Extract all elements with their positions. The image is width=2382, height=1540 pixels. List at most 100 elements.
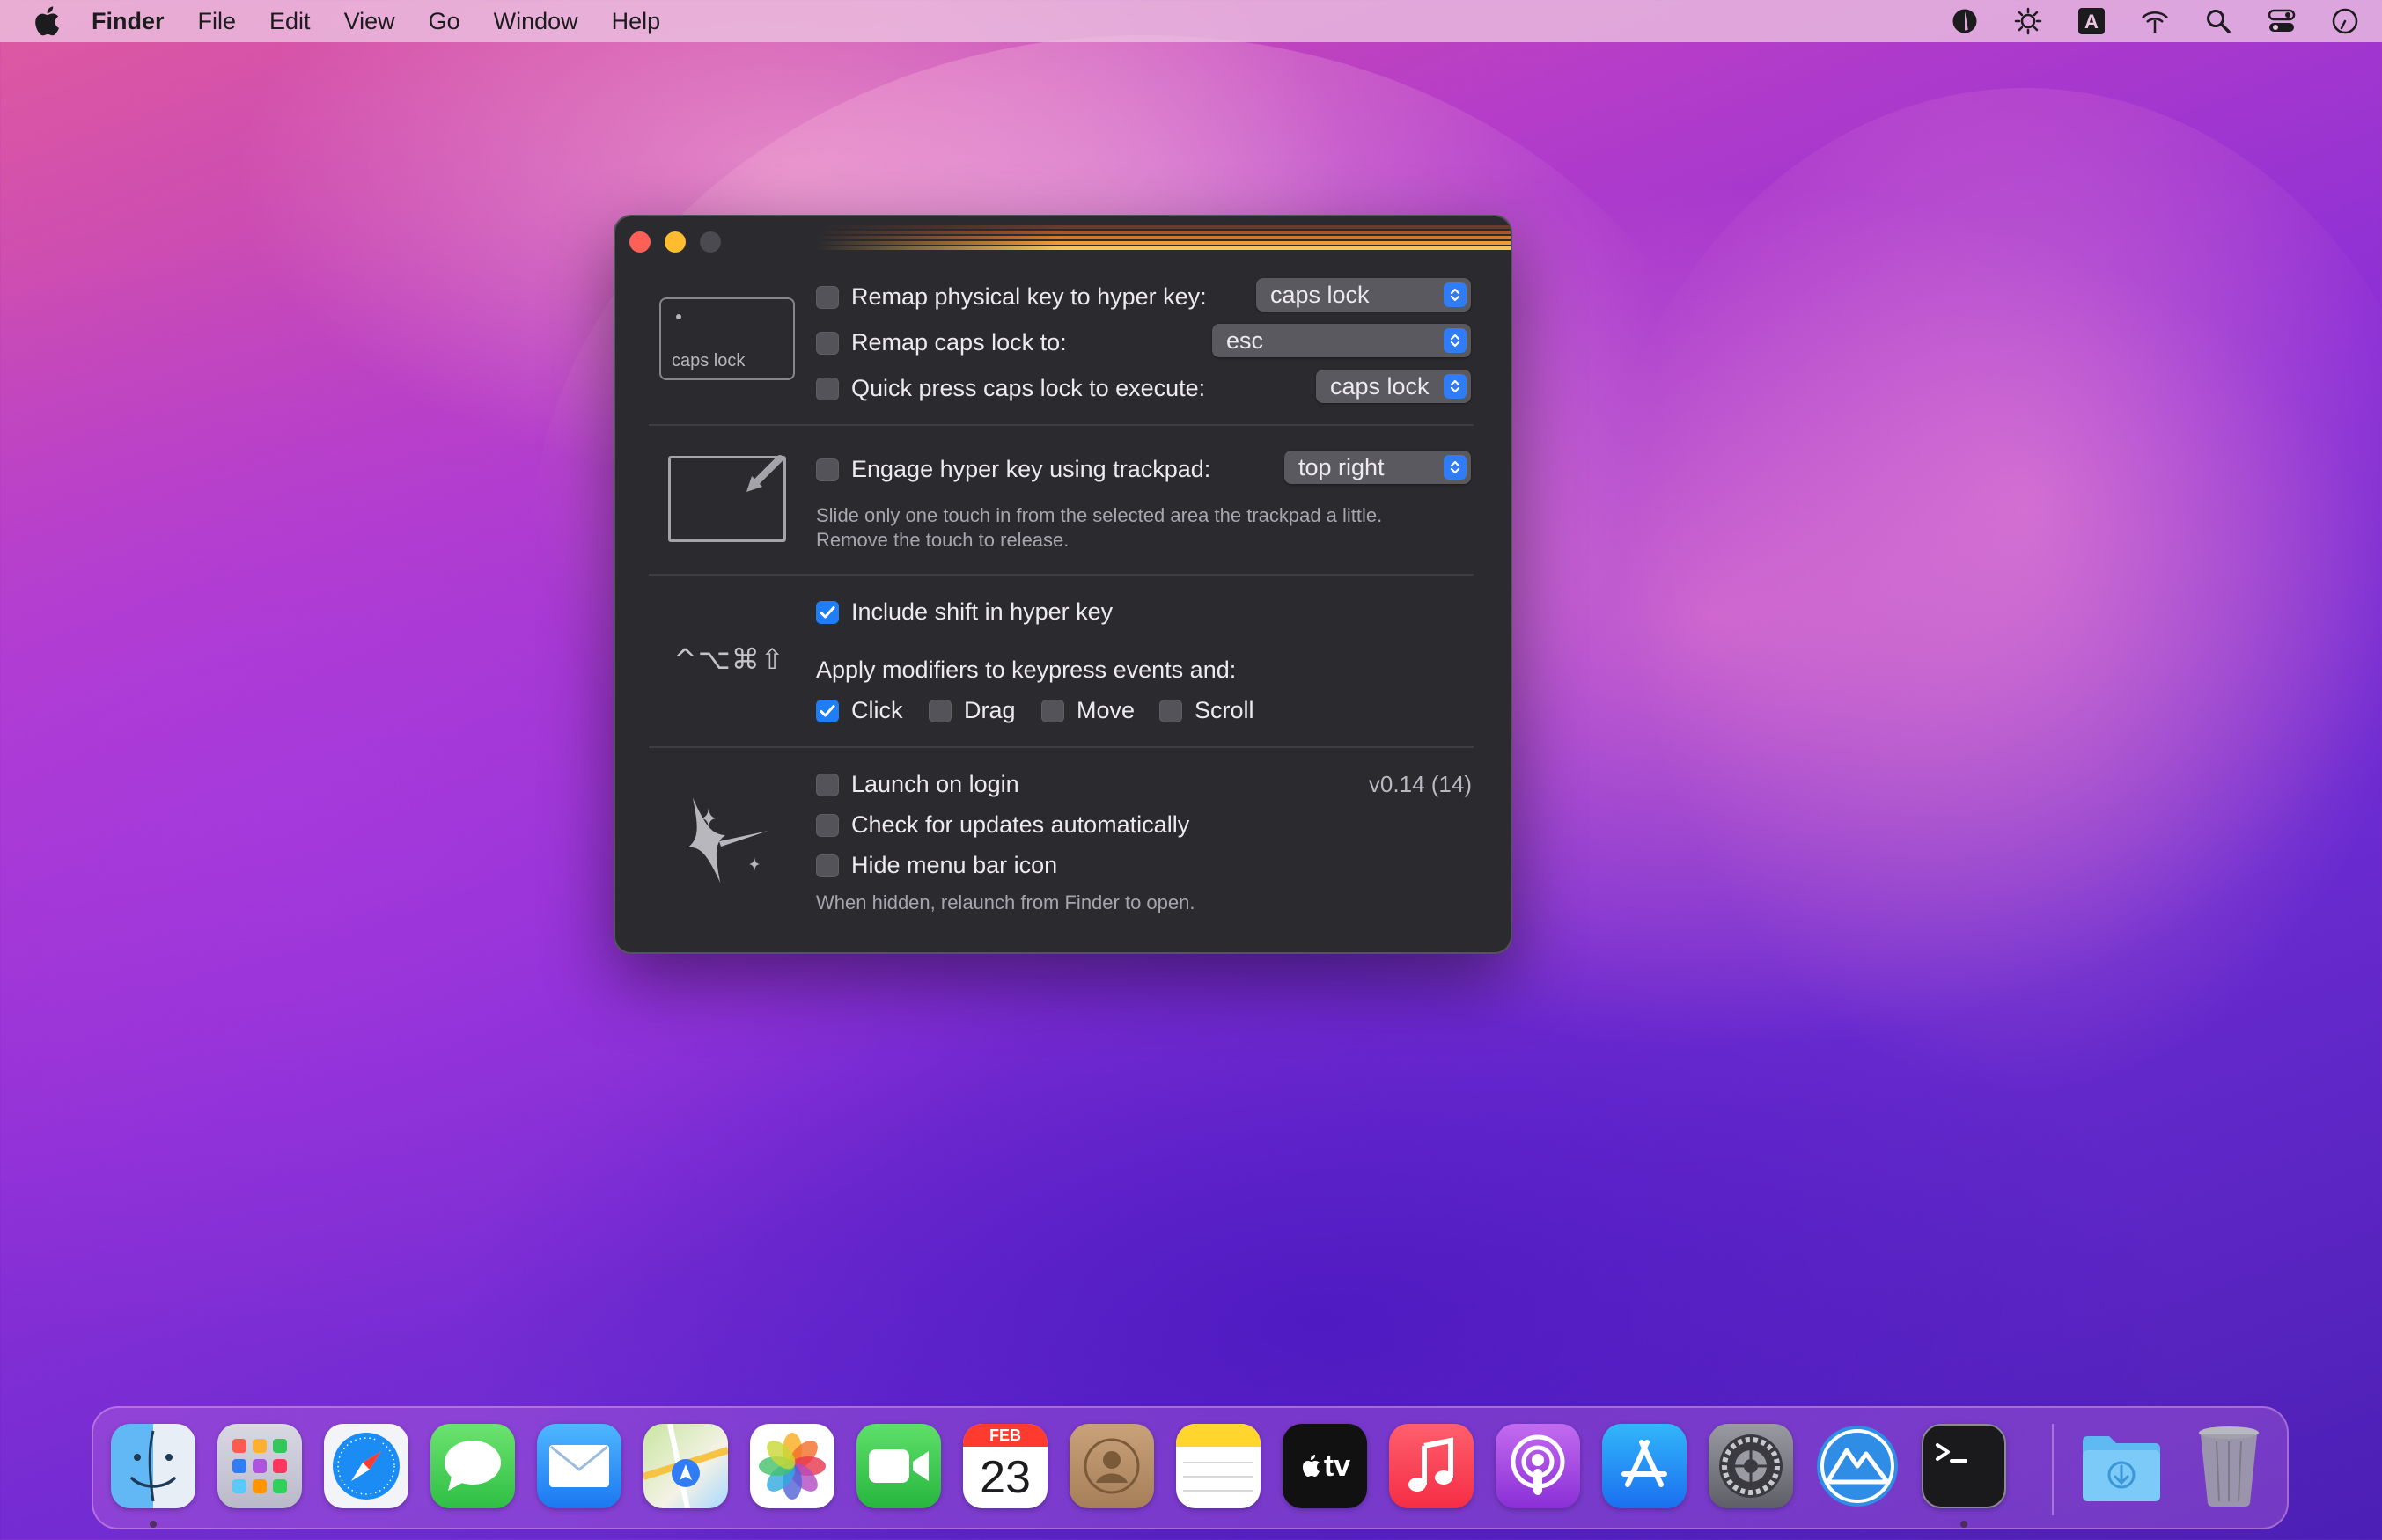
apply-modifiers-label: Apply modifiers to keypress events and: <box>816 656 1237 683</box>
launch-on-login-label: Launch on login <box>851 771 1019 797</box>
wifi-icon[interactable] <box>2137 4 2172 39</box>
remap-caps-value: esc <box>1226 327 1264 354</box>
hide-menu-icon-row: Hide menu bar icon <box>816 852 1057 879</box>
chevron-updown-icon <box>1444 328 1467 353</box>
menu-view[interactable]: View <box>344 8 395 35</box>
menu-help[interactable]: Help <box>612 8 661 35</box>
remap-caps-row: Remap caps lock to: <box>816 329 1067 356</box>
trackpad-label: Engage hyper key using trackpad: <box>851 456 1211 482</box>
control-center-icon[interactable] <box>2264 4 2299 39</box>
dock-terminal-icon[interactable] <box>1922 1424 2006 1508</box>
trackpad-note: Slide only one touch in from the selecte… <box>816 503 1382 553</box>
scroll-checkbox[interactable] <box>1159 699 1182 722</box>
include-shift-checkbox[interactable] <box>816 600 839 624</box>
dock-facetime-icon[interactable] <box>856 1424 941 1508</box>
dock-separator <box>2052 1424 2054 1515</box>
version-label: v0.14 (14) <box>1368 771 1472 797</box>
remap-caps-checkbox[interactable] <box>816 331 839 355</box>
dock-finder-icon[interactable] <box>111 1424 195 1508</box>
quick-press-row: Quick press caps lock to execute: <box>816 375 1205 402</box>
dock-mail-icon[interactable] <box>537 1424 621 1508</box>
check-updates-label: Check for updates automatically <box>851 811 1190 838</box>
tv-label: tv <box>1323 1448 1351 1483</box>
remap-caps-select[interactable]: esc <box>1212 324 1471 357</box>
section-divider <box>649 424 1474 426</box>
decorative-stripes <box>815 225 1511 250</box>
remap-physical-checkbox[interactable] <box>816 285 839 309</box>
caps-lock-key-graphic: caps lock <box>659 297 795 380</box>
caps-lock-key-label: caps lock <box>672 351 746 370</box>
dock-launchpad-icon[interactable] <box>217 1424 302 1508</box>
dock-hyperkey-icon[interactable] <box>1815 1424 1900 1508</box>
dock-downloads-folder-icon[interactable] <box>2079 1424 2164 1508</box>
zoom-button[interactable] <box>700 231 721 253</box>
menu-go[interactable]: Go <box>429 8 460 35</box>
dock-podcasts-icon[interactable] <box>1496 1424 1580 1508</box>
menu-bar: Finder File Edit View Go Window Help A <box>0 0 2382 42</box>
menu-window[interactable]: Window <box>494 8 578 35</box>
include-shift-row: Include shift in hyper key <box>816 598 1113 626</box>
trackpad-swipe-icon <box>746 455 783 492</box>
dock-trash-icon[interactable] <box>2187 1424 2271 1508</box>
moon-half-icon[interactable] <box>1947 4 1982 39</box>
menu-edit[interactable]: Edit <box>269 8 311 35</box>
scroll-label: Scroll <box>1195 697 1254 723</box>
trackpad-row: Engage hyper key using trackpad: <box>816 456 1210 483</box>
click-checkbox[interactable] <box>816 699 839 722</box>
close-button[interactable] <box>629 231 651 253</box>
dock-maps-icon[interactable] <box>643 1424 728 1508</box>
event-move-row: Move <box>1041 697 1135 724</box>
sparkle-icon <box>688 797 768 884</box>
trackpad-corner-select[interactable]: top right <box>1284 451 1471 484</box>
dock-app-store-icon[interactable] <box>1602 1424 1687 1508</box>
dock-messages-icon[interactable] <box>430 1424 515 1508</box>
checkmark-icon <box>820 605 835 618</box>
event-click-row: Click <box>816 697 903 724</box>
trackpad-graphic <box>668 455 786 542</box>
quick-press-value: caps lock <box>1330 373 1430 400</box>
event-scroll-row: Scroll <box>1159 697 1254 724</box>
title-bar[interactable] <box>615 216 1511 266</box>
dock-photos-icon[interactable] <box>750 1424 834 1508</box>
section-divider <box>649 746 1474 748</box>
hidden-note: When hidden, relaunch from Finder to ope… <box>816 891 1195 913</box>
menu-finder[interactable]: Finder <box>92 8 165 35</box>
remap-caps-label: Remap caps lock to: <box>851 329 1067 356</box>
chevron-updown-icon <box>1444 455 1467 480</box>
apple-menu-icon[interactable] <box>32 6 62 36</box>
move-label: Move <box>1077 697 1136 723</box>
keyboard-input-a-icon[interactable]: A <box>2074 4 2109 39</box>
include-shift-label: Include shift in hyper key <box>851 598 1114 625</box>
drag-checkbox[interactable] <box>929 699 952 722</box>
dock-music-icon[interactable] <box>1389 1424 1474 1508</box>
quick-press-checkbox[interactable] <box>816 377 839 400</box>
trackpad-checkbox[interactable] <box>816 458 839 481</box>
remap-physical-value: caps lock <box>1270 282 1370 308</box>
dock-notes-icon[interactable] <box>1176 1424 1261 1508</box>
launch-on-login-checkbox[interactable] <box>816 773 839 796</box>
launch-on-login-row: Launch on login <box>816 771 1019 798</box>
trackpad-note-line2: Remove the touch to release. <box>816 529 1070 551</box>
remap-physical-label: Remap physical key to hyper key: <box>851 283 1207 310</box>
svg-text:A: A <box>2084 11 2099 33</box>
brightness-gear-icon[interactable] <box>2011 4 2046 39</box>
move-checkbox[interactable] <box>1041 699 1064 722</box>
check-updates-checkbox[interactable] <box>816 813 839 837</box>
trackpad-note-line1: Slide only one touch in from the selecte… <box>816 504 1383 526</box>
minimize-button[interactable] <box>665 231 686 253</box>
click-label: Click <box>851 697 903 723</box>
dock-calendar-icon[interactable]: FEB 23 <box>963 1424 1048 1508</box>
trackpad-corner-value: top right <box>1298 454 1385 480</box>
remap-physical-select[interactable]: caps lock <box>1256 278 1471 312</box>
quick-press-select[interactable]: caps lock <box>1316 370 1471 403</box>
search-icon[interactable] <box>2201 4 2236 39</box>
hide-menu-icon-checkbox[interactable] <box>816 854 839 877</box>
menu-file[interactable]: File <box>198 8 237 35</box>
quick-press-label: Quick press caps lock to execute: <box>851 375 1206 401</box>
dock-tv-icon[interactable]: tv <box>1283 1424 1367 1508</box>
check-updates-row: Check for updates automatically <box>816 811 1189 839</box>
dock-system-preferences-icon[interactable] <box>1709 1424 1793 1508</box>
clock-icon[interactable] <box>2327 4 2363 39</box>
dock-safari-icon[interactable] <box>324 1424 408 1508</box>
dock-contacts-icon[interactable] <box>1070 1424 1154 1508</box>
